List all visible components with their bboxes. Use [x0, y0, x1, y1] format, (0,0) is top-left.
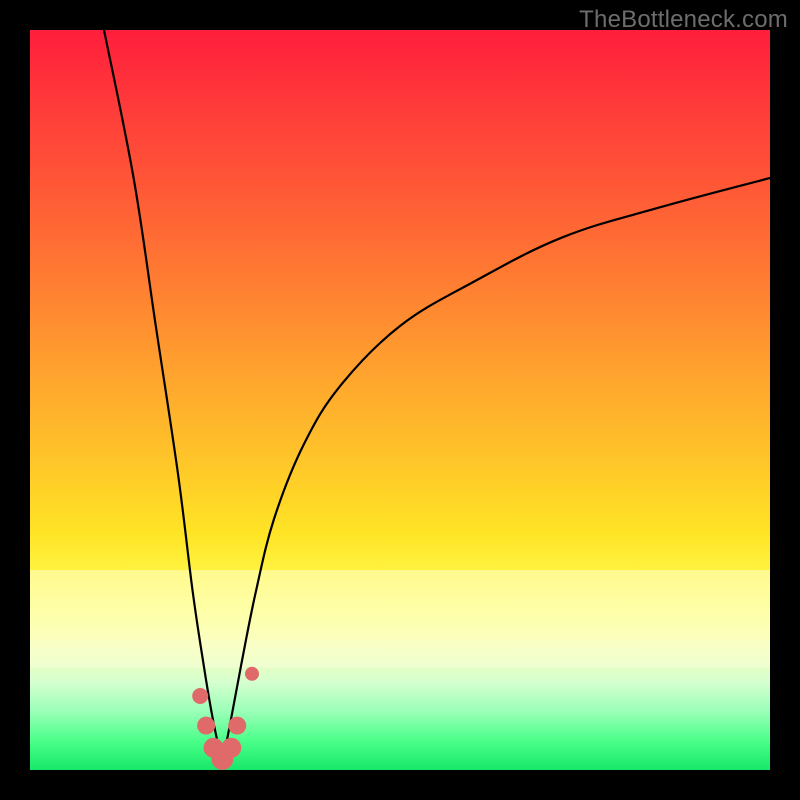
trough-marker — [197, 717, 215, 735]
trough-marker — [228, 717, 246, 735]
watermark-text: TheBottleneck.com — [579, 6, 788, 34]
trough-marker — [221, 738, 241, 758]
curve-left-branch — [104, 30, 222, 763]
trough-marker — [245, 667, 259, 681]
trough-markers — [192, 667, 259, 770]
curve-right-branch — [222, 178, 770, 763]
trough-marker — [192, 688, 208, 704]
curve-layer — [30, 30, 770, 770]
plot-area — [30, 30, 770, 770]
